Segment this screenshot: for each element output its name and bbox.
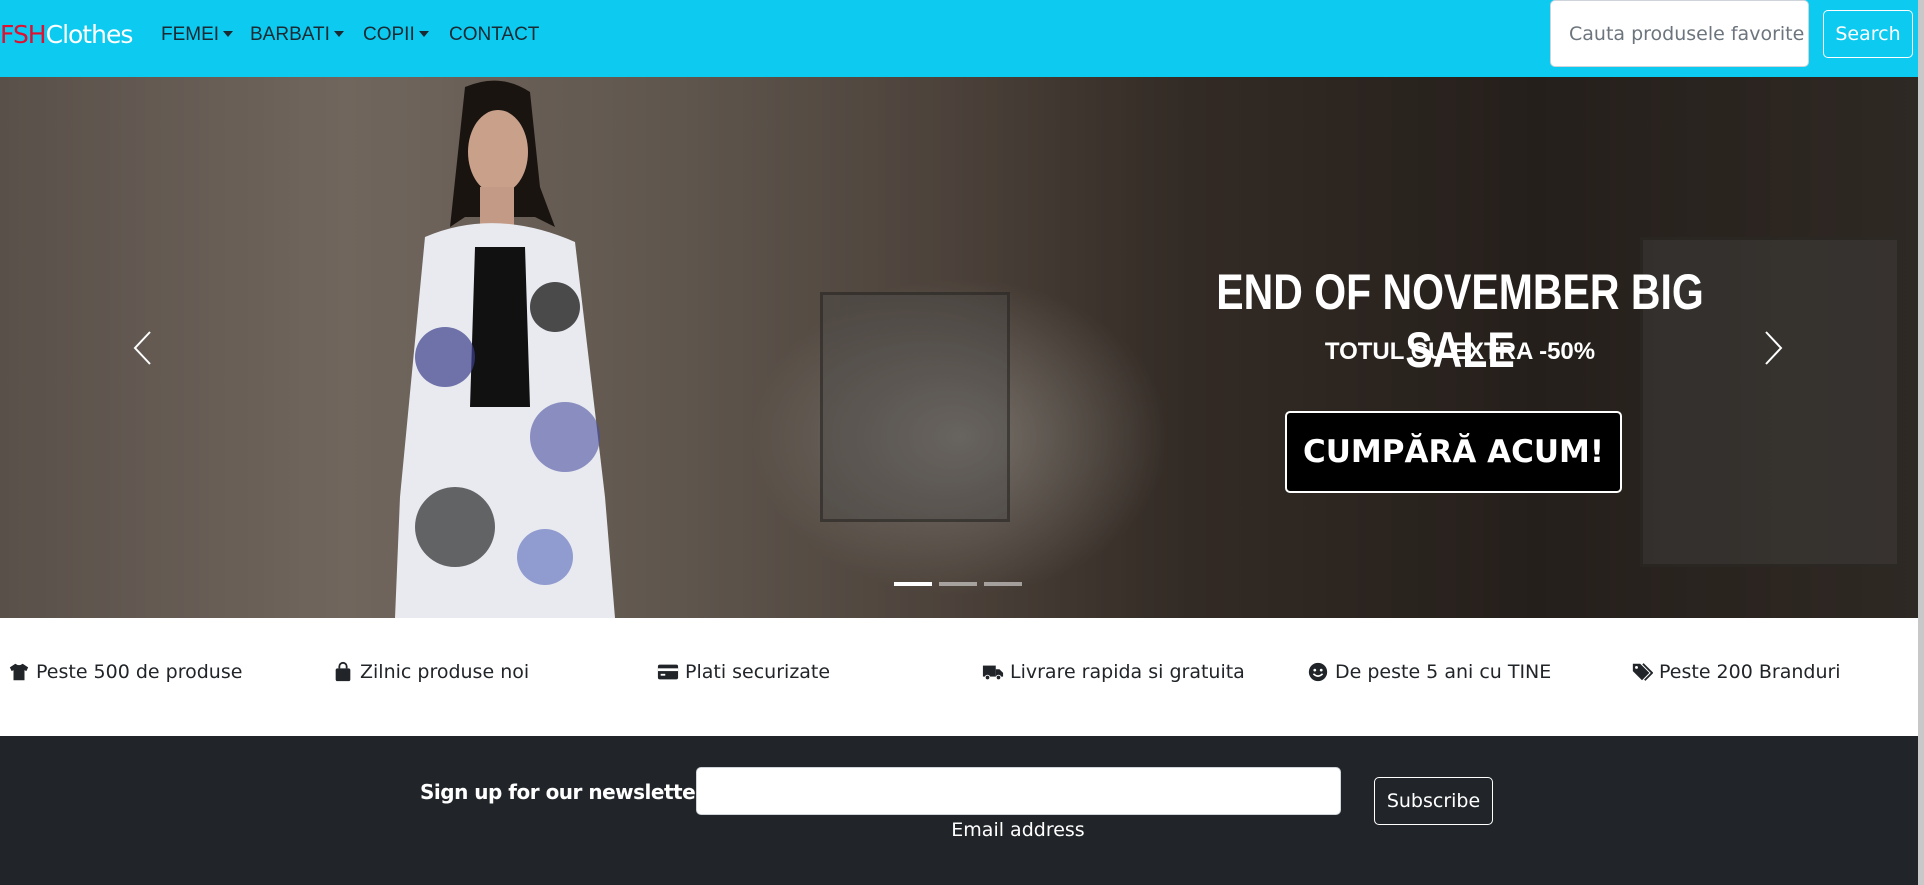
- chevron-right-icon[interactable]: [1764, 330, 1784, 366]
- truck-icon: [982, 665, 1004, 681]
- credit-card-icon: [657, 664, 679, 680]
- feature-delivery: Livrare rapida si gratuita: [982, 661, 1245, 683]
- nav-barbati[interactable]: BARBATI: [250, 24, 344, 46]
- email-input[interactable]: [696, 767, 1341, 815]
- nav-label: COPII: [363, 24, 415, 45]
- nav-contact[interactable]: CONTACT: [449, 24, 539, 46]
- search-input[interactable]: [1550, 0, 1809, 67]
- nav-label: CONTACT: [449, 24, 540, 45]
- caret-down-icon: [223, 31, 234, 37]
- brand-fsh: FSH: [0, 20, 47, 49]
- smile-icon: [1308, 662, 1328, 682]
- shopping-bag-icon: [335, 661, 351, 682]
- feature-label: Peste 200 Branduri: [1659, 661, 1841, 683]
- hero-carousel: END OF NOVEMBER BIG SALE TOTUL CU EXTRA …: [0, 77, 1918, 618]
- chevron-left-icon[interactable]: [132, 330, 152, 366]
- caret-down-icon: [418, 31, 429, 37]
- carousel-indicator-3[interactable]: [984, 582, 1022, 586]
- navbar: FSHClothes FEMEI BARBATI COPII CONTACT S…: [0, 0, 1918, 77]
- nav-label: FEMEI: [161, 24, 220, 45]
- buy-now-button[interactable]: CUMPĂRĂ ACUM!: [1285, 411, 1622, 493]
- feature-label: Plati securizate: [685, 661, 831, 683]
- email-label: Email address: [951, 819, 1085, 841]
- search-button[interactable]: Search: [1823, 10, 1913, 58]
- nav-copii[interactable]: COPII: [363, 24, 429, 46]
- newsletter-footer: Sign up for our newsletter Email address…: [0, 736, 1918, 885]
- feature-label: Peste 500 de produse: [36, 661, 243, 683]
- feature-payments: Plati securizate: [657, 661, 830, 683]
- tshirt-icon: [9, 663, 29, 681]
- feature-years: De peste 5 ani cu TINE: [1307, 661, 1551, 683]
- feature-products: Peste 500 de produse: [8, 661, 242, 683]
- carousel-indicator-1[interactable]: [894, 582, 932, 586]
- feature-brands: Peste 200 Branduri: [1631, 661, 1841, 683]
- feature-new: Zilnic produse noi: [332, 661, 529, 683]
- feature-label: Livrare rapida si gratuita: [1010, 661, 1245, 683]
- brand-logo[interactable]: FSHClothes: [0, 20, 134, 49]
- brand-clothes: Clothes: [45, 20, 134, 49]
- carousel-subtitle: TOTUL CU EXTRA -50%: [1324, 338, 1596, 365]
- feature-label: De peste 5 ani cu TINE: [1335, 661, 1552, 683]
- tags-icon: [1632, 663, 1653, 681]
- carousel-indicator-2[interactable]: [939, 582, 977, 586]
- nav-label: BARBATI: [250, 24, 330, 45]
- subscribe-button[interactable]: Subscribe: [1374, 777, 1493, 825]
- model-image: [395, 80, 615, 618]
- feature-label: Zilnic produse noi: [360, 661, 530, 683]
- scrollbar[interactable]: [1918, 0, 1924, 885]
- nav-femei[interactable]: FEMEI: [161, 24, 234, 46]
- newsletter-heading: Sign up for our newsletter: [420, 780, 705, 804]
- caret-down-icon: [333, 31, 344, 37]
